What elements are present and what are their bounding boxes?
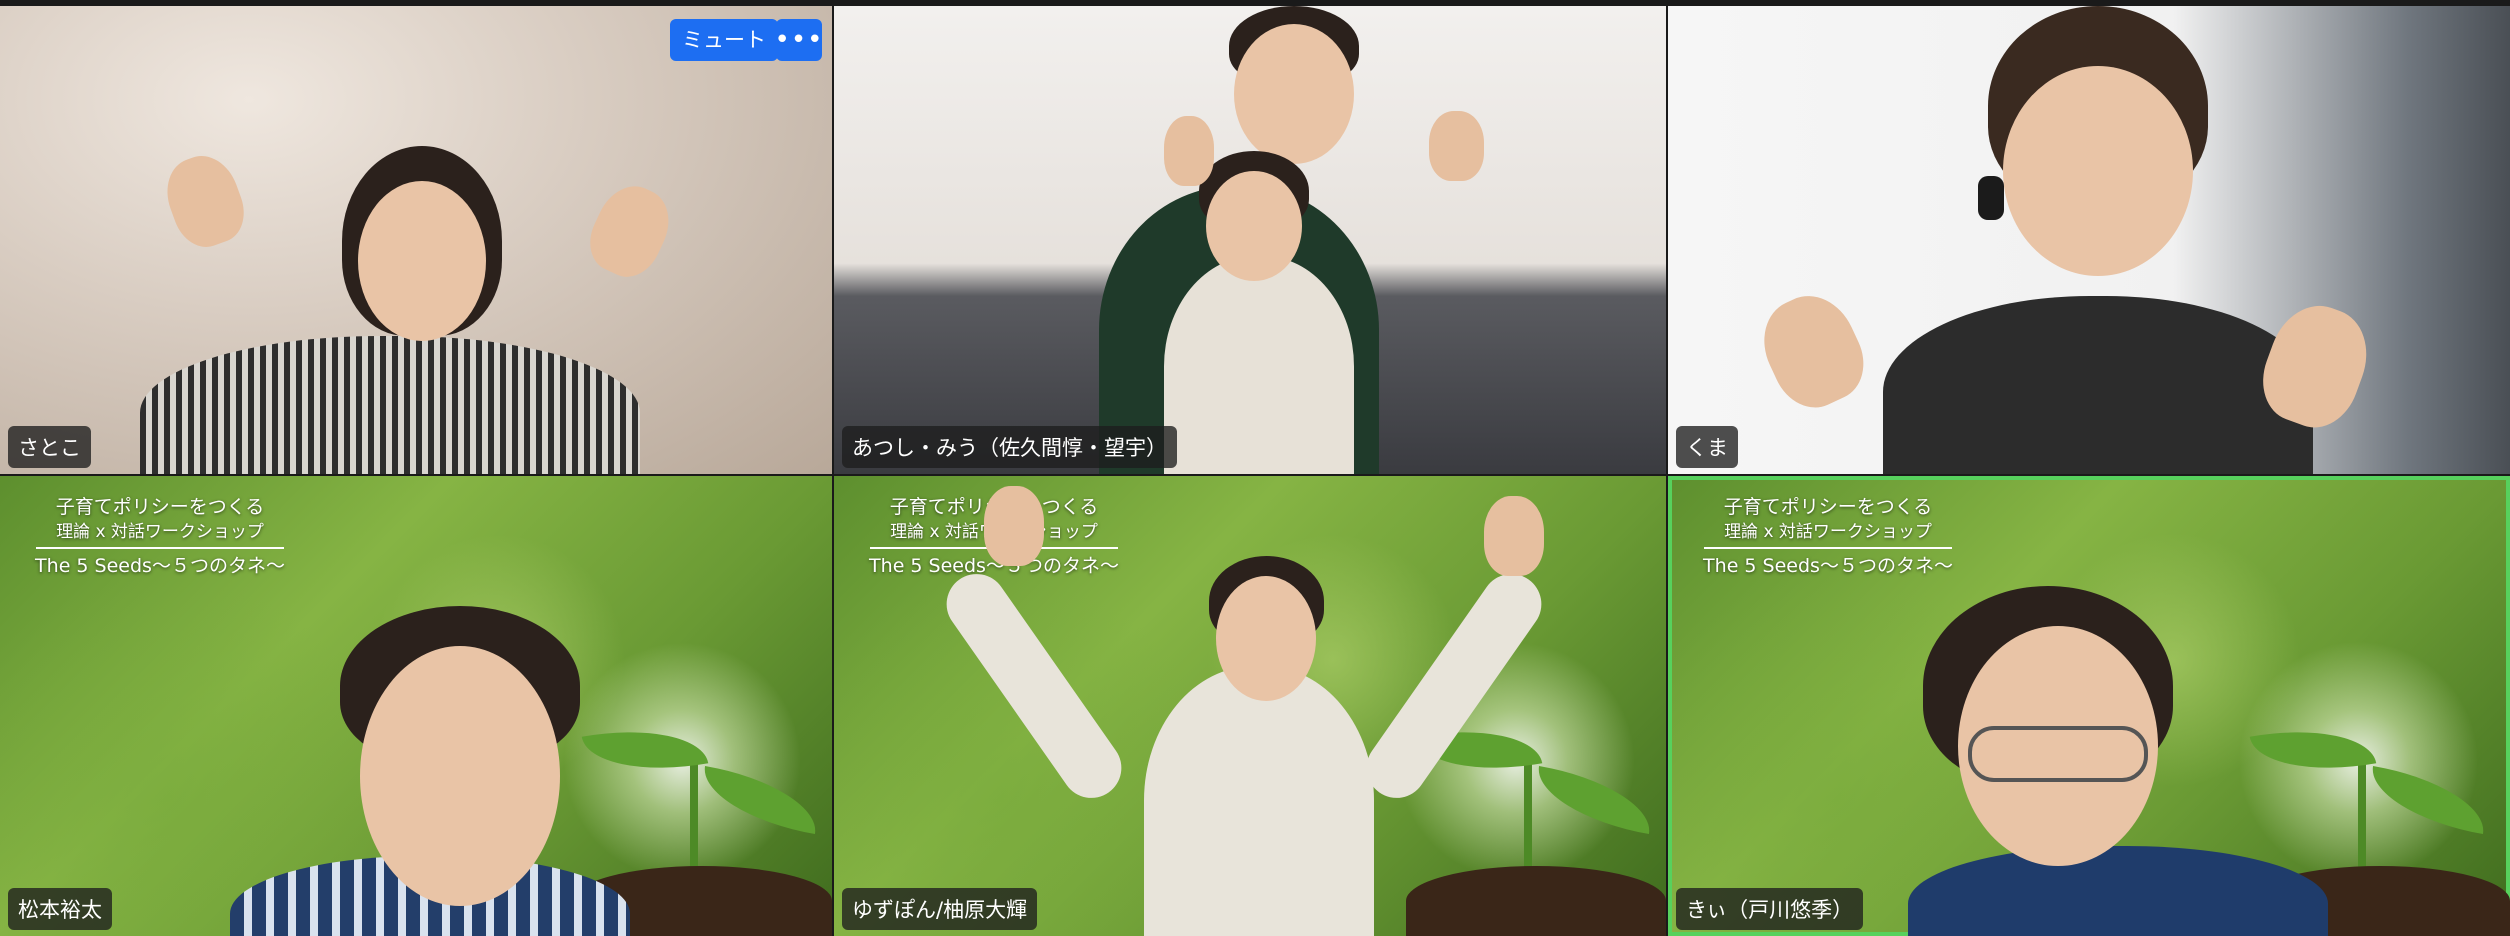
mute-button[interactable]: ミュート xyxy=(670,19,778,61)
participant-video xyxy=(834,476,1666,936)
participant-name-tag: きぃ（戸川悠季） xyxy=(1676,888,1864,930)
participant-tile-matsumoto[interactable]: 子育てポリシーをつくる 理論 x 対話ワークショップ The 5 Seeds〜５… xyxy=(0,476,832,936)
participant-tile-satoko[interactable]: さとこ ミュート ••• xyxy=(0,6,832,474)
participant-tile-atsushi-miu[interactable]: あつし・みう（佐久間惇・望宇） xyxy=(834,6,1666,474)
participant-video xyxy=(0,6,832,474)
participant-video xyxy=(834,6,1666,474)
participant-name-tag: 松本裕太 xyxy=(8,888,112,930)
participant-video xyxy=(0,476,832,936)
more-options-button[interactable]: ••• xyxy=(774,19,824,61)
participant-tile-yuzupon[interactable]: 子育てポリシーをつくる 理論 x 対話ワークショップ The 5 Seeds〜５… xyxy=(834,476,1666,936)
participant-video xyxy=(1668,476,2510,936)
more-horizontal-icon: ••• xyxy=(774,25,824,55)
participant-name-tag: あつし・みう（佐久間惇・望宇） xyxy=(842,426,1177,468)
participant-name-tag: さとこ xyxy=(8,426,91,468)
participant-tile-kuma[interactable]: くま xyxy=(1668,6,2510,474)
participant-name-tag: ゆずぽん/柚原大輝 xyxy=(842,888,1038,930)
participant-name-tag: くま xyxy=(1676,426,1738,468)
participant-video xyxy=(1668,6,2510,474)
video-gallery: さとこ ミュート ••• あつし・みう（佐久間惇・望宇） くま 子育てポリシーを… xyxy=(0,6,2510,936)
participant-tile-kii-active-speaker[interactable]: 子育てポリシーをつくる 理論 x 対話ワークショップ The 5 Seeds〜５… xyxy=(1668,476,2510,936)
